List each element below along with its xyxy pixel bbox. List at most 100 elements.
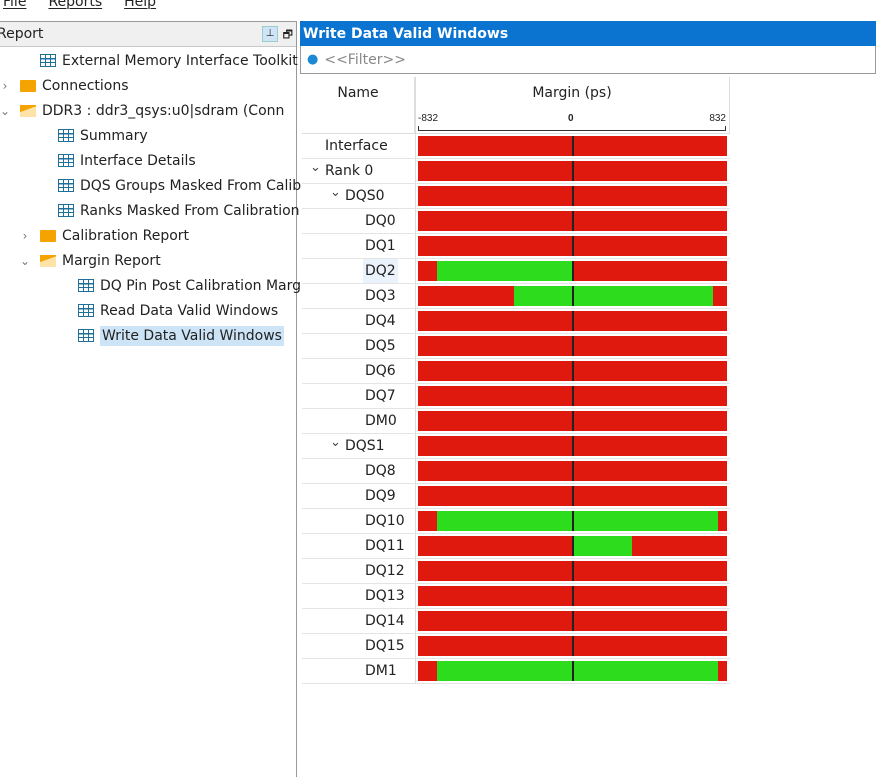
row-name: DQ10 [365,509,405,533]
margin-bar [418,236,727,256]
row-name: DQ15 [365,634,405,658]
margin-bar [418,461,727,481]
table-icon [78,279,94,292]
menu-reports[interactable]: Reports [44,0,106,14]
row-label: DQ8 [365,463,396,479]
tree-item[interactable]: Write Data Valid Windows [78,323,284,348]
search-icon: ● [307,52,319,67]
row-label: DQ13 [365,588,405,604]
table-row[interactable]: DQ12 [302,559,730,584]
tree-item-label: Margin Report [62,252,161,269]
tree-item[interactable]: ⌄ Margin Report [18,248,161,273]
table-icon [58,204,74,217]
row-label: DQ0 [365,213,396,229]
panel-title: Write Data Valid Windows [300,21,876,46]
valid-window-bar [572,536,632,556]
table-row[interactable]: DQ3 [302,284,730,309]
chevron-right-icon[interactable]: › [18,229,32,243]
chevron-down-icon[interactable]: ⌄ [18,254,32,268]
tree-item[interactable]: Summary [58,123,148,148]
row-name: DQ12 [365,559,405,583]
zero-marker [571,386,574,406]
x-axis [418,126,726,131]
row-label: DQ10 [365,513,405,529]
table-row[interactable]: DQ9 [302,484,730,509]
row-label: DQ1 [365,238,396,254]
zero-marker [571,436,574,456]
table-row[interactable]: DQ5 [302,334,730,359]
row-label: DQ14 [365,613,405,629]
table-row[interactable]: DQ11 [302,534,730,559]
tree-item-label: Interface Details [80,152,196,169]
filter-placeholder: <<Filter>> [324,51,406,68]
table-row[interactable]: DQ14 [302,609,730,634]
row-label: DM1 [365,663,397,679]
table-row[interactable]: DQ7 [302,384,730,409]
menu-file[interactable]: File [0,0,30,14]
tree-item[interactable]: Read Data Valid Windows [78,298,278,323]
table-row[interactable]: DQ4 [302,309,730,334]
row-name: Interface [325,134,388,158]
float-window-icon[interactable]: 🗗 [283,26,293,45]
table-row[interactable]: DQ10 [302,509,730,534]
margin-bar [418,586,727,606]
chevron-down-icon[interactable]: ⌄ [330,185,341,200]
row-label: DM0 [365,413,397,429]
row-name: DQ6 [365,359,396,383]
pin-icon[interactable]: ⊥ [262,26,278,42]
valid-window-bar [436,511,719,531]
chevron-right-icon[interactable]: › [0,79,12,93]
row-name: ⌄ DQS1 [330,434,385,458]
table-row[interactable]: ⌄ Rank 0 [302,159,730,184]
tree-item[interactable]: External Memory Interface Toolkit [40,48,298,73]
tree-item[interactable]: DQS Groups Masked From Calib [58,173,301,198]
tree-item[interactable]: Ranks Masked From Calibration [58,198,300,223]
menu-help[interactable]: Help [120,0,160,14]
table-row[interactable]: DQ1 [302,234,730,259]
row-label: DQ15 [365,638,405,654]
chevron-down-icon[interactable]: ⌄ [330,435,341,450]
column-header-name[interactable]: Name [302,77,415,134]
tree-item[interactable]: › Connections [0,73,129,98]
tree-item[interactable]: › Calibration Report [18,223,189,248]
tick-label-zero: 0 [568,113,574,124]
tree-item-label: Ranks Masked From Calibration [80,202,300,219]
table-row[interactable]: ⌄ DQS1 [302,434,730,459]
margin-bar [418,411,727,431]
menu-bar: File Reports Help [0,0,174,14]
chevron-down-icon[interactable]: ⌄ [0,104,12,118]
tree-item[interactable]: DQ Pin Post Calibration Marg [78,273,301,298]
table-row[interactable]: ⌄ DQS0 [302,184,730,209]
tree-item[interactable]: ⌄ DDR3 : ddr3_qsys:u0|sdram (Conn [0,98,284,123]
column-header-margin[interactable]: Margin (ps) -832 0 832 [415,77,730,134]
zero-marker [571,561,574,581]
margin-bar [418,336,727,356]
table-row[interactable]: DQ0 [302,209,730,234]
filter-input[interactable]: ● <<Filter>> [300,46,876,74]
zero-marker [571,236,574,256]
row-name: DQ7 [365,384,396,408]
table-icon [78,329,94,342]
table-row[interactable]: DQ15 [302,634,730,659]
tree-item-label: Connections [42,77,129,94]
table-row[interactable]: Interface [302,134,730,159]
row-name: DQ14 [365,609,405,633]
folder-icon [20,79,36,92]
table-row[interactable]: DQ2 [302,259,730,284]
table-row[interactable]: DQ13 [302,584,730,609]
table-row[interactable]: DQ8 [302,459,730,484]
zero-marker [571,536,574,556]
margin-bar [418,386,727,406]
zero-marker [571,261,574,281]
row-name: DQ9 [365,484,396,508]
table-row[interactable]: DQ6 [302,359,730,384]
tree-item[interactable]: Interface Details [58,148,196,173]
tree-item-label: DDR3 : ddr3_qsys:u0|sdram (Conn [42,102,285,119]
row-label: DQ5 [365,338,396,354]
margin-bar [418,561,727,581]
zero-marker [571,636,574,656]
table-row[interactable]: DM0 [302,409,730,434]
chevron-down-icon[interactable]: ⌄ [310,160,321,175]
chart-title: Margin (ps) [532,85,612,101]
table-row[interactable]: DM1 [302,659,730,684]
